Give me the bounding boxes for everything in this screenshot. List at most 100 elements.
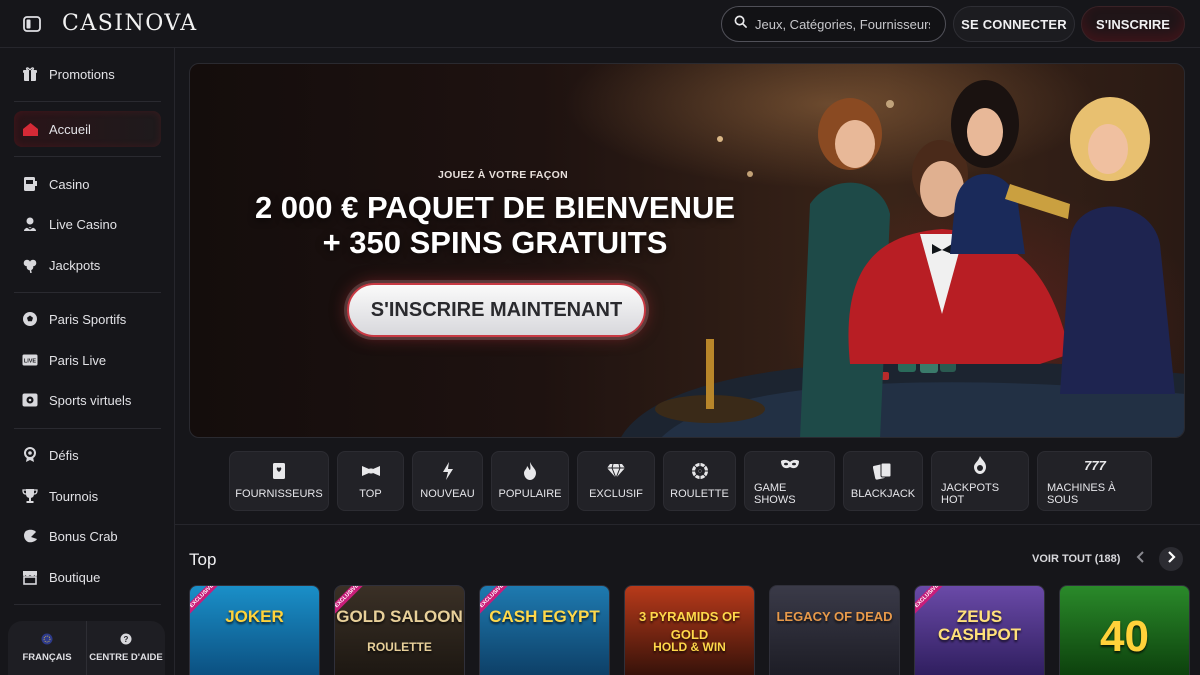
hero-title-line-1: 2 000 € PAQUET DE BIENVENUE — [254, 190, 736, 225]
sidebar-divider — [14, 292, 161, 293]
sidebar-item-casino[interactable]: Casino — [14, 166, 161, 202]
shop-icon — [21, 568, 39, 586]
game-subtitle: HOLD & WIN — [653, 640, 726, 654]
sidebar-item-label: Boutique — [49, 569, 101, 585]
brand-logo[interactable]: CASINOVA — [62, 10, 198, 38]
help-icon: ? — [120, 633, 132, 648]
hero-signup-button[interactable]: S'INSCRIRE MAINTENANT — [347, 283, 646, 337]
sidebar-item-tournaments[interactable]: Tournois — [14, 478, 161, 514]
game-tile[interactable]: GOLD SALOON ROULETTE EXCLUSIVE — [334, 585, 465, 675]
category-blackjack[interactable]: BLACKJACK — [843, 451, 923, 511]
sidebar-item-shop[interactable]: Boutique — [14, 559, 161, 595]
search-box[interactable] — [721, 6, 946, 42]
sidebar-item-home[interactable]: Accueil — [14, 111, 161, 147]
category-label: FOURNISSEURS — [235, 488, 323, 500]
view-all-link[interactable]: VOIR TOUT (188) — [1032, 553, 1120, 565]
sidebar-item-label: Bonus Crab — [49, 528, 118, 544]
category-roulette[interactable]: ROULETTE — [663, 451, 736, 511]
category-game-shows[interactable]: GAME SHOWS — [744, 451, 835, 511]
category-label: EXCLUSIF — [589, 488, 643, 500]
slot-machine-icon — [21, 175, 39, 193]
sidebar-item-challenges[interactable]: Défis — [14, 437, 161, 473]
sidebar-item-label: Promotions — [49, 66, 115, 82]
sidebar-divider — [14, 604, 161, 605]
category-label: NOUVEAU — [420, 488, 475, 500]
section-divider — [175, 524, 1200, 525]
game-tile[interactable]: ZEUS CASHPOT EXCLUSIVE — [914, 585, 1045, 675]
hero-banner[interactable]: JOUEZ À VOTRE FAÇON 2 000 € PAQUET DE BI… — [189, 63, 1185, 438]
sidebar-item-label: Jackpots — [49, 257, 101, 273]
globe-icon — [41, 633, 53, 648]
777-icon: 777 — [1083, 456, 1107, 474]
sidebar-item-live-betting[interactable]: LIVE Paris Live — [14, 342, 161, 378]
game-title: GOLD SALOON — [336, 607, 463, 626]
game-tile[interactable]: CASH EGYPT EXCLUSIVE — [479, 585, 610, 675]
game-tile[interactable]: 40 — [1059, 585, 1190, 675]
signup-button[interactable]: S'INSCRIRE — [1081, 6, 1185, 42]
sidebar-footer: FRANÇAIS ? CENTRE D'AIDE — [8, 621, 165, 675]
category-label: TOP — [359, 488, 382, 500]
sidebar-item-label: Sports virtuels — [49, 392, 132, 408]
sidebar-item-label: Paris Live — [49, 352, 107, 368]
category-slots[interactable]: 777 MACHINES À SOUS — [1037, 451, 1152, 511]
category-popular[interactable]: POPULAIRE — [491, 451, 569, 511]
flame-icon — [523, 462, 537, 480]
category-exclusive[interactable]: EXCLUSIF — [577, 451, 655, 511]
crab-icon — [21, 527, 39, 545]
lightning-icon — [442, 462, 454, 480]
category-hot-jackpots[interactable]: JACKPOTS HOT — [931, 451, 1029, 511]
category-top[interactable]: TOP — [337, 451, 404, 511]
game-title: 40 — [1100, 612, 1149, 661]
carousel-prev-button[interactable] — [1129, 547, 1153, 571]
soccer-ball-icon — [21, 310, 39, 328]
sidebar-item-live-casino[interactable]: Live Casino — [14, 206, 161, 242]
sidebar-item-label: Live Casino — [49, 216, 117, 232]
sidebar-item-bonus-crab[interactable]: Bonus Crab — [14, 518, 161, 554]
sidebar-item-promotions[interactable]: Promotions — [14, 56, 161, 92]
sidebar-item-label: Paris Sportifs — [49, 311, 127, 327]
sidebar-item-jackpots[interactable]: Jackpots — [14, 247, 161, 283]
help-center-button[interactable]: ? CENTRE D'AIDE — [86, 621, 165, 675]
chevron-left-icon — [1136, 550, 1146, 568]
game-subtitle: ROULETTE — [367, 640, 432, 654]
sidebar-divider — [14, 428, 161, 429]
help-label: CENTRE D'AIDE — [89, 652, 163, 663]
category-label: GAME SHOWS — [754, 482, 796, 506]
category-new[interactable]: NOUVEAU — [412, 451, 483, 511]
game-tile[interactable]: 3 PYRAMIDS OF GOLD HOLD & WIN — [624, 585, 755, 675]
sidebar-item-virtual-sports[interactable]: Sports virtuels — [14, 382, 161, 418]
svg-text:LIVE: LIVE — [24, 359, 37, 365]
category-label: MACHINES À SOUS — [1047, 482, 1116, 506]
game-title: ZEUS CASHPOT — [937, 607, 1022, 644]
sidebar-item-label: Accueil — [49, 121, 91, 137]
challenge-icon — [21, 446, 39, 464]
category-label: JACKPOTS HOT — [941, 482, 1000, 506]
category-providers[interactable]: FOURNISSEURS — [229, 451, 329, 511]
carousel-next-button[interactable] — [1159, 547, 1183, 571]
sidebar: Promotions Accueil Casino Live Casino Ja… — [0, 48, 175, 675]
game-title: LEGACY OF DEAD — [776, 609, 893, 624]
hero-title: 2 000 € PAQUET DE BIENVENUE + 350 SPINS … — [240, 190, 750, 260]
search-input[interactable] — [755, 16, 930, 32]
category-bar: FOURNISSEURS TOP NOUVEAU POPULAIRE EXCLU… — [229, 451, 1152, 511]
dealer-icon — [21, 215, 39, 233]
hero-title-line-2: + 350 SPINS GRATUITS — [322, 225, 668, 260]
game-tile[interactable]: LEGACY OF DEAD — [769, 585, 900, 675]
login-button[interactable]: SE CONNECTER — [953, 6, 1075, 42]
mask-icon — [780, 456, 800, 474]
diamond-icon — [606, 462, 626, 480]
home-icon — [21, 120, 39, 138]
game-tile[interactable]: JOKER EXCLUSIVE — [189, 585, 320, 675]
sidebar-divider — [14, 156, 161, 157]
search-icon — [734, 15, 747, 33]
hot-jackpot-icon — [971, 456, 989, 474]
sidebar-item-sports-betting[interactable]: Paris Sportifs — [14, 301, 161, 337]
language-selector[interactable]: FRANÇAIS — [8, 621, 86, 675]
sidebar-toggle-icon[interactable] — [22, 14, 42, 34]
svg-text:777: 777 — [1084, 458, 1106, 472]
live-icon: LIVE — [21, 351, 39, 369]
gift-icon — [21, 65, 39, 83]
virtual-sports-icon — [21, 391, 39, 409]
top-header: CASINOVA SE CONNECTER S'INSCRIRE — [0, 0, 1200, 48]
section-title: Top — [189, 550, 217, 569]
